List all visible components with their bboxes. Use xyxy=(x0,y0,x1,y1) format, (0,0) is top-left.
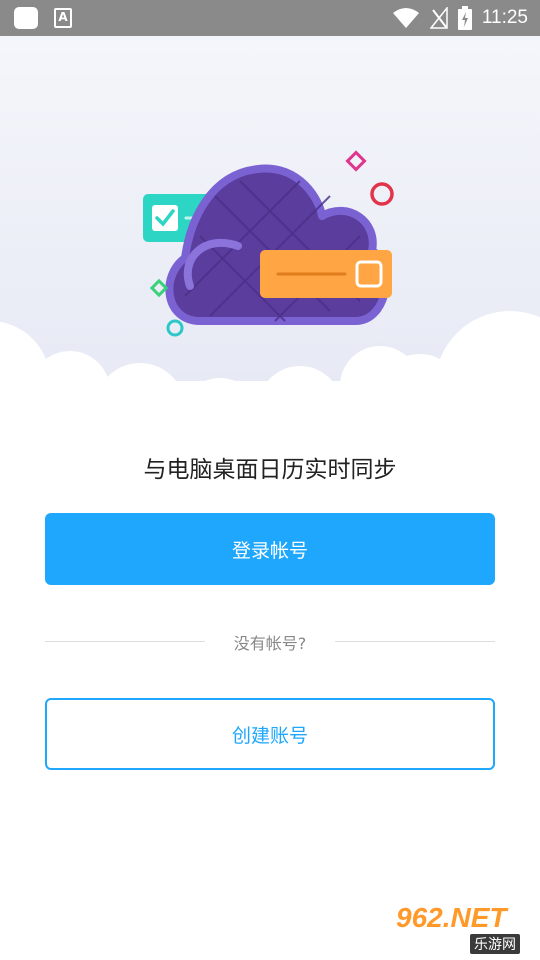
battery-charging-icon xyxy=(457,6,472,30)
no-account-divider: 没有帐号? xyxy=(45,630,495,654)
teal-ring-icon xyxy=(166,319,184,337)
status-bar: A 11:25 xyxy=(0,0,540,36)
create-account-button[interactable]: 创建账号 xyxy=(45,698,495,770)
login-button-label: 登录帐号 xyxy=(231,539,308,562)
red-ring-icon xyxy=(370,182,394,206)
screen: A 11:25 与电脑桌面日历实时同步 登录帐号 没有帐号? 创建账号 962.… xyxy=(0,0,540,960)
green-diamond-icon xyxy=(149,278,169,298)
wifi-icon xyxy=(392,8,419,28)
orange-card-icon xyxy=(260,250,392,298)
cloud-shape xyxy=(165,164,390,325)
watermark-logo: 962.NET 乐游网 xyxy=(396,902,534,954)
hero-illustration xyxy=(0,36,540,406)
cloud-illustration-icon xyxy=(0,150,540,406)
tagline: 与电脑桌面日历实时同步 xyxy=(143,457,397,483)
status-time: 11:25 xyxy=(481,7,528,28)
watermark-brand: 962.NET xyxy=(396,902,507,933)
white-cloud-border xyxy=(0,311,540,406)
app-square-icon xyxy=(14,7,38,29)
divider-line-right xyxy=(335,641,495,642)
status-icons: 11:25 xyxy=(392,0,528,36)
a-notification-icon: A xyxy=(54,8,72,28)
create-account-button-label: 创建账号 xyxy=(231,724,308,747)
pink-diamond-icon xyxy=(345,150,367,172)
login-button[interactable]: 登录帐号 xyxy=(45,513,495,585)
watermark-sub: 乐游网 xyxy=(470,934,520,954)
divider-text: 没有帐号? xyxy=(233,634,307,653)
no-signal-icon xyxy=(429,7,448,29)
